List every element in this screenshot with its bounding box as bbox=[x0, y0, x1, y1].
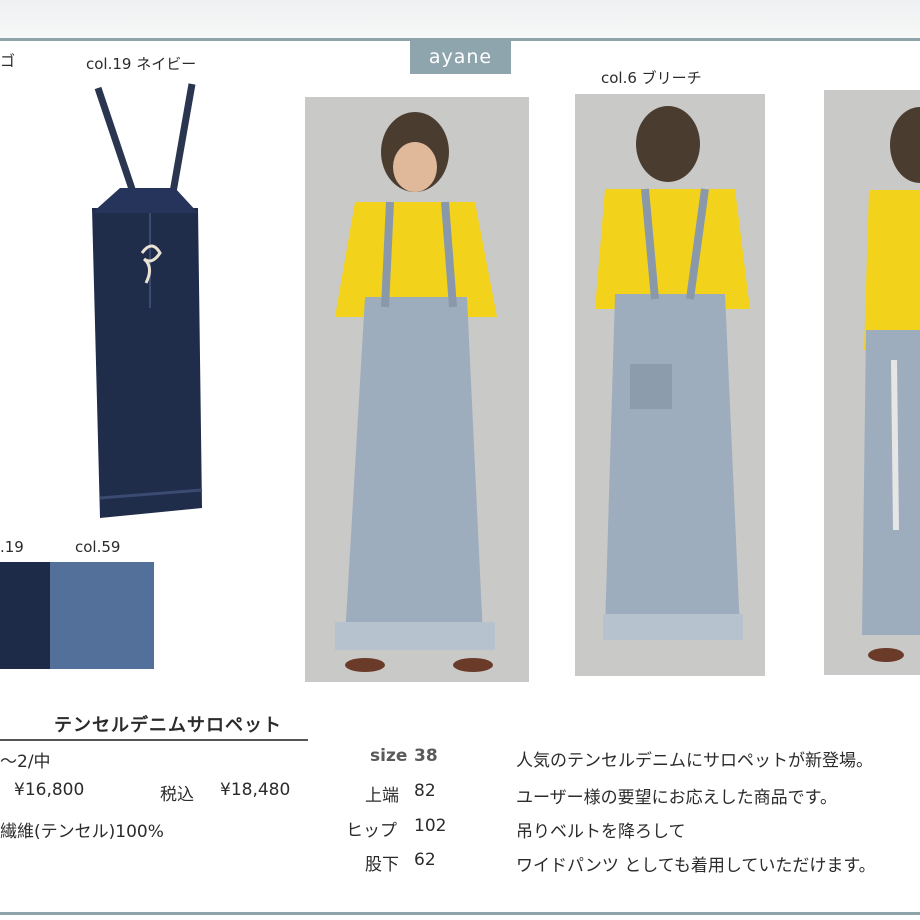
product-name: テンセルデニムサロペット bbox=[54, 715, 282, 736]
navy-swatch bbox=[0, 562, 50, 669]
top-label: 上端 bbox=[365, 786, 399, 806]
price: ¥16,800 bbox=[14, 780, 85, 800]
top-band bbox=[0, 0, 920, 38]
size-value: 38 bbox=[414, 746, 438, 766]
hip-value: 102 bbox=[414, 816, 447, 836]
top-value: 82 bbox=[414, 781, 436, 801]
description-line: ワイドパンツ としても着用していただけます。 bbox=[516, 856, 876, 876]
description-line: ユーザー様の要望にお応えした商品です。 bbox=[516, 788, 837, 808]
model-photo-back bbox=[575, 94, 765, 676]
blue-swatch bbox=[50, 562, 154, 669]
inseam-label: 股下 bbox=[365, 855, 399, 875]
product-name-underline bbox=[0, 739, 308, 741]
price-tax-label: 税込 bbox=[160, 785, 194, 805]
navy-salopette-image bbox=[80, 78, 210, 526]
price-tax: ¥18,480 bbox=[220, 780, 291, 800]
bleach-color-label: col.6 ブリーチ bbox=[601, 69, 702, 87]
swatch-right-label: col.59 bbox=[75, 538, 121, 556]
navy-color-label: col.19 ネイビー bbox=[86, 55, 197, 73]
description-line: 人気のテンセルデニムにサロペットが新登場。 bbox=[516, 751, 873, 771]
swatch-left-label: .19 bbox=[0, 538, 24, 556]
corner-fragment-label: ゴ bbox=[0, 52, 16, 70]
description-line: 吊りベルトを降ろして bbox=[516, 822, 686, 842]
brand-badge: ayane bbox=[410, 40, 511, 74]
hip-label: ヒップ bbox=[346, 821, 397, 841]
bottom-divider bbox=[0, 912, 920, 915]
size-label: size bbox=[370, 746, 408, 766]
model-photo-side bbox=[824, 90, 920, 675]
size-range: 〜2/中 bbox=[0, 752, 51, 772]
material: 繊維(テンセル)100% bbox=[0, 822, 164, 842]
inseam-value: 62 bbox=[414, 850, 436, 870]
model-photo-front bbox=[305, 97, 529, 682]
